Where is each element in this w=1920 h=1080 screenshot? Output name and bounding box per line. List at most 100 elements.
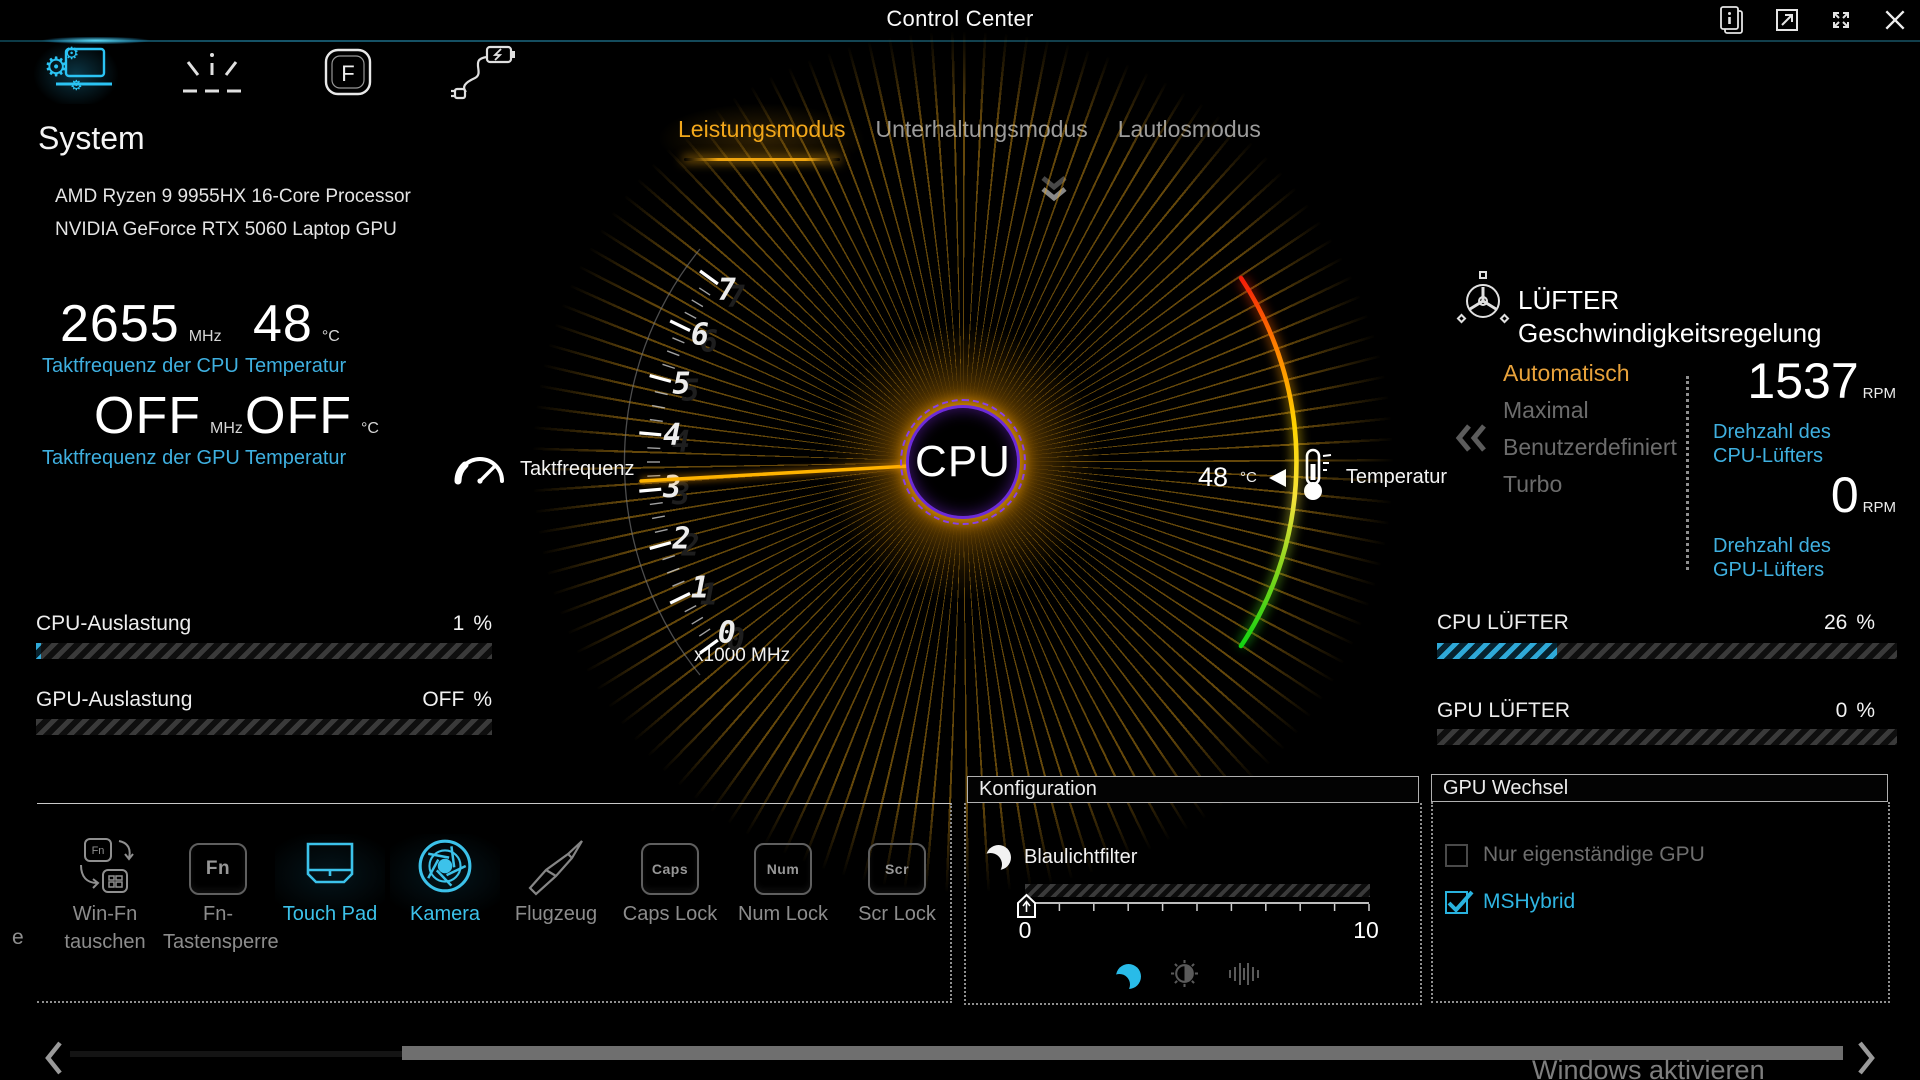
- gpu-switch-panel-header: GPU Wechsel: [1431, 774, 1888, 802]
- scr-key-text: Scr: [885, 861, 909, 877]
- stat-label: Taktfrequenz der GPU: [42, 447, 243, 470]
- discrete-gpu-option[interactable]: Nur eigenständige GPU: [1445, 843, 1705, 867]
- night-mode-icon[interactable]: [1116, 964, 1141, 989]
- speedometer-icon: [450, 444, 506, 494]
- gpu-fan-bar-label: GPU LÜFTER: [1437, 699, 1570, 723]
- caps-key-icon: Caps: [615, 834, 725, 898]
- dotted-divider: [1686, 376, 1689, 570]
- gpu-fan-rpm: 0 RPM: [1700, 470, 1896, 520]
- fan-title-line1: LÜFTER: [1518, 284, 1822, 317]
- stat-value: OFF: [94, 390, 201, 443]
- cpu-usage-bar: [36, 643, 492, 659]
- page-title: System: [38, 120, 145, 157]
- scr-key-icon: Scr: [842, 834, 952, 898]
- cpu-usage-fill: [36, 643, 41, 659]
- unit: %: [1856, 699, 1875, 723]
- close-icon[interactable]: [1882, 7, 1908, 33]
- konfiguration-title: Konfiguration: [979, 778, 1097, 801]
- cpu-name: AMD Ryzen 9 9955HX 16-Core Processor: [55, 186, 411, 208]
- temperature-pointer: 48 °C Temperatur: [1198, 448, 1447, 507]
- airplane-mode-button[interactable]: Flugzeug: [501, 834, 611, 931]
- scroll-left-icon[interactable]: [44, 1040, 64, 1080]
- gpu-usage-label: GPU-Auslastung: [36, 688, 192, 712]
- temperature-label: Temperatur: [1346, 466, 1447, 489]
- gpu-switch-title: GPU Wechsel: [1443, 777, 1568, 800]
- f-key-icon: F: [324, 48, 372, 101]
- scroll-lock-button[interactable]: Scr Scr Lock: [842, 834, 952, 931]
- caps-key-text: Caps: [652, 861, 688, 877]
- stat-value: 48: [253, 298, 313, 351]
- window-controls: [1716, 5, 1908, 35]
- temperature-value: 48: [1198, 462, 1228, 493]
- camera-toggle-button[interactable]: Kamera: [390, 834, 500, 931]
- stat-value: OFF: [245, 390, 352, 443]
- fn-key-text: Fn: [206, 858, 230, 880]
- checkbox-checked-icon[interactable]: [1445, 891, 1468, 914]
- button-label-line1: Caps Lock: [615, 903, 725, 926]
- gpu-fan-bar: [1437, 729, 1897, 745]
- checkbox-unchecked-icon[interactable]: [1445, 844, 1468, 867]
- backlight-rays-icon: [181, 47, 243, 102]
- value: 26: [1824, 611, 1847, 635]
- button-label-line1: Scr Lock: [842, 903, 952, 926]
- tab-fn-keys[interactable]: F: [302, 44, 394, 104]
- cpu-fan-bar-label: CPU LÜFTER: [1437, 611, 1569, 635]
- gpu-rpm-label: Drehzahl des GPU-Lüfters: [1713, 534, 1883, 582]
- stat-unit: MHz: [210, 420, 243, 438]
- frequency-label: Taktfrequenz: [520, 458, 635, 481]
- stat-unit: °C: [361, 420, 379, 438]
- airplane-icon: [501, 834, 611, 898]
- touchpad-toggle-button[interactable]: Touch Pad: [275, 834, 385, 931]
- num-lock-button[interactable]: Num Num Lock: [728, 834, 838, 931]
- unit: %: [473, 612, 492, 636]
- fn-lock-button[interactable]: Fn Fn- Tastensperre: [163, 834, 273, 954]
- tab-system-settings[interactable]: ⚙ ⚙ ⚙: [30, 44, 122, 104]
- temperature-unit: °C: [1240, 469, 1257, 486]
- win-fn-swap-icon: Fn: [50, 834, 160, 898]
- charger-battery-icon: [451, 43, 517, 106]
- gpu-rpm-value: 0: [1831, 470, 1859, 520]
- stat-label: Temperatur: [245, 447, 379, 470]
- button-label-line1: Touch Pad: [275, 903, 385, 926]
- gauge-cpu-hub: CPU: [906, 405, 1020, 519]
- button-label-line1: Kamera: [390, 903, 500, 926]
- info-icon[interactable]: [1716, 5, 1746, 35]
- fan-option-turbo[interactable]: Turbo: [1503, 469, 1677, 499]
- slider-max-label: 10: [1347, 917, 1385, 944]
- unit: %: [473, 688, 492, 712]
- stat-cpu-temperature: 48 °C Temperatur: [245, 298, 346, 378]
- chevron-double-left-icon[interactable]: [1454, 424, 1490, 457]
- win-fn-swap-button[interactable]: Fn Win-Fn tauschen: [50, 834, 160, 954]
- gpu-fan-bar-value: 0 %: [1735, 699, 1875, 723]
- tab-keyboard-backlight[interactable]: [166, 44, 258, 104]
- value: 1: [453, 612, 465, 636]
- button-label-line1: Fn-: [163, 903, 273, 926]
- button-label-line1: Num Lock: [728, 903, 838, 926]
- tab-power-charger[interactable]: [438, 44, 530, 104]
- mshybrid-option[interactable]: MSHybrid: [1445, 890, 1575, 914]
- button-label-line2: tauschen: [50, 931, 160, 954]
- contrast-icon[interactable]: [1171, 960, 1198, 992]
- fan-option-maximal[interactable]: Maximal: [1503, 395, 1677, 425]
- cpu-fan-rpm: 1537 RPM: [1700, 356, 1896, 406]
- fan-option-benutzerdefiniert[interactable]: Benutzerdefiniert: [1503, 432, 1677, 462]
- stat-unit: °C: [322, 328, 340, 346]
- cpu-fan-fill: [1437, 643, 1557, 659]
- blue-light-filter-label: Blaulichtfilter: [1024, 846, 1137, 869]
- sound-waves-icon[interactable]: [1228, 961, 1260, 992]
- stat-value: 2655: [60, 298, 180, 351]
- cpu-usage-value: 1 %: [392, 612, 492, 636]
- scroll-right-icon[interactable]: [1856, 1040, 1876, 1080]
- svg-text:⚙: ⚙: [64, 44, 79, 64]
- maximize-icon[interactable]: [1828, 7, 1854, 33]
- caps-lock-button[interactable]: Caps Caps Lock: [615, 834, 725, 931]
- button-label-line1: Flugzeug: [501, 903, 611, 926]
- cpu-fan-bar: [1437, 643, 1897, 659]
- konfiguration-filter-icons: [1116, 960, 1260, 992]
- cpu-fan-bar-value: 26 %: [1735, 611, 1875, 635]
- restore-window-icon[interactable]: [1774, 7, 1800, 33]
- fan-option-automatisch[interactable]: Automatisch: [1503, 358, 1677, 388]
- value: 0: [1836, 699, 1848, 723]
- gpu-usage-value: OFF %: [392, 688, 492, 712]
- stat-gpu-frequency: OFF MHz Taktfrequenz der GPU: [42, 390, 243, 470]
